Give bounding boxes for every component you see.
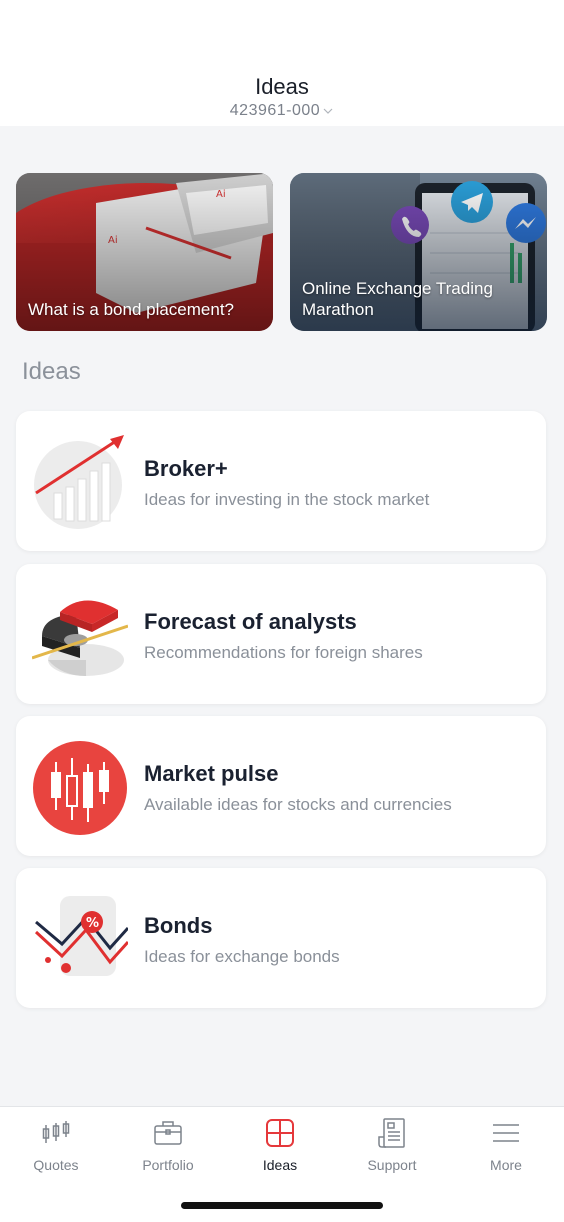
- idea-card-description: Recommendations for foreign shares: [144, 643, 423, 662]
- idea-card-description: Available ideas for stocks and currencie…: [144, 795, 452, 814]
- tab-quotes[interactable]: Quotes: [0, 1117, 112, 1177]
- pie-chart-3d-icon: [32, 600, 128, 676]
- page-header: Ideas 423961-000: [0, 68, 564, 126]
- tab-label: Portfolio: [142, 1157, 194, 1173]
- tab-label: Ideas: [262, 1157, 298, 1173]
- page-title: Ideas: [255, 74, 309, 99]
- account-selector[interactable]: 423961-000: [0, 102, 564, 120]
- idea-card-title: Bonds: [144, 913, 213, 938]
- section-title: Ideas: [22, 358, 81, 385]
- tab-portfolio[interactable]: Portfolio: [112, 1117, 224, 1177]
- tab-label: Support: [367, 1157, 417, 1173]
- idea-card-title: Forecast of analysts: [144, 609, 357, 634]
- idea-card-market-pulse[interactable]: Market pulse Available ideas for stocks …: [16, 716, 546, 856]
- idea-card-description: Ideas for investing in the stock market: [144, 490, 430, 509]
- idea-card-bonds[interactable]: % Bonds Ideas for exchange bonds: [16, 868, 546, 1008]
- candlestick-chart-icon: [33, 741, 127, 835]
- promo-caption: Online Exchange Trading Marathon: [302, 279, 493, 319]
- tab-more[interactable]: More: [450, 1117, 562, 1177]
- briefcase-icon: [154, 1121, 182, 1145]
- idea-card-title: Broker+: [144, 456, 228, 481]
- promo-caption: What is a bond placement?: [28, 300, 235, 319]
- account-number: 423961-000: [229, 102, 321, 119]
- tab-ideas[interactable]: Ideas: [224, 1117, 336, 1177]
- idea-card-title: Market pulse: [144, 761, 279, 786]
- home-indicator: [181, 1202, 383, 1209]
- idea-card-forecast-of-analysts[interactable]: Forecast of analysts Recommendations for…: [16, 564, 546, 704]
- rising-bars-chart-icon: [34, 435, 124, 529]
- tab-support[interactable]: Support: [336, 1117, 448, 1177]
- candlestick-icon: [42, 1121, 70, 1143]
- document-icon: [378, 1118, 405, 1148]
- percent-chart-icon: %: [34, 896, 128, 976]
- menu-icon: [493, 1124, 519, 1142]
- idea-card-description: Ideas for exchange bonds: [144, 947, 340, 966]
- promo-banner-trading-marathon[interactable]: Online Exchange Trading Marathon: [290, 173, 547, 331]
- tab-label: Quotes: [33, 1157, 79, 1173]
- grid-icon: [266, 1119, 294, 1147]
- svg-text:%: %: [86, 916, 99, 931]
- promo-banner-bond-placement[interactable]: Ai Ai What is a bond placement?: [16, 173, 273, 331]
- idea-card-broker-plus[interactable]: Broker+ Ideas for investing in the stock…: [16, 411, 546, 551]
- chevron-down-icon: [323, 108, 333, 114]
- status-bar: [0, 0, 564, 68]
- tab-label: More: [490, 1157, 522, 1173]
